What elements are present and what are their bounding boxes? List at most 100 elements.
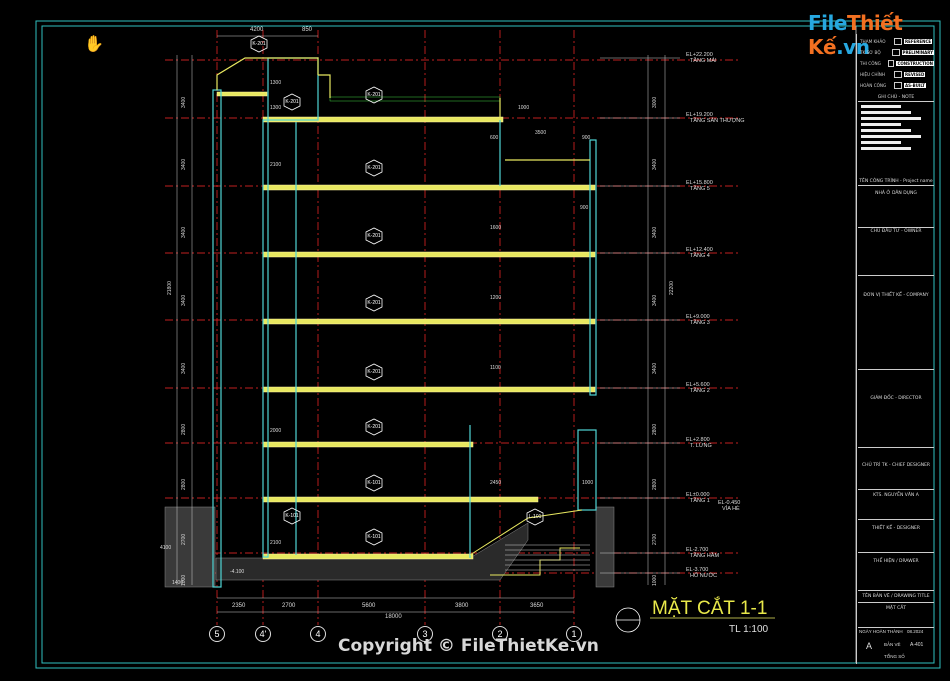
director-label: GIÁM ĐỐC - DIRECTOR — [858, 393, 934, 448]
dim-inner: 1400 — [172, 580, 184, 586]
note-line — [861, 123, 901, 126]
hand-pan-icon[interactable]: ✋ — [84, 34, 104, 53]
company-label: ĐƠN VỊ THIẾT KẾ - COMPANY — [858, 290, 934, 370]
status-row: HOÀN CÔNG AS-BUILT — [858, 80, 934, 90]
dim-bottom: 3800 — [455, 603, 469, 609]
level-name: HỐ NƯỚC — [690, 573, 718, 579]
dim-inner: 2450 — [490, 480, 502, 486]
dim-right: 3400 — [652, 158, 658, 170]
dim-inner: 2100 — [270, 162, 282, 168]
level-name: TẦNG 3 — [690, 320, 710, 326]
status-value: PRELIMINARY — [901, 49, 934, 55]
axis-bubble: 5 — [209, 626, 225, 642]
dim-right: 2800 — [652, 478, 658, 490]
drawing-scale: TL 1:100 — [729, 624, 769, 635]
dim-bottom: 5600 — [362, 603, 376, 609]
ground-hatch — [164, 506, 615, 588]
dim-inner: 3500 — [535, 130, 547, 136]
level-name: TẦNG 5 — [690, 186, 710, 192]
room-tag: K-101 — [367, 534, 381, 540]
date-value: 08.2024 — [907, 629, 924, 634]
sheet-label: BẢN VẼ — [884, 642, 901, 647]
axis-bubble: 3 — [417, 626, 433, 642]
status-label: TK SƠ BỘ — [860, 49, 881, 55]
dim-inner: 600 — [490, 135, 499, 141]
status-label: THI CÔNG — [860, 60, 881, 66]
dim-right: 3400 — [652, 294, 658, 306]
axis-bubble: 4 — [310, 626, 326, 642]
designer-label: THIẾT KẾ - DESIGNER — [858, 523, 934, 553]
room-tag-hexes — [250, 35, 544, 546]
note-line — [861, 129, 911, 132]
watermark-copyright: Copyright © FileThietKe.vn — [338, 636, 599, 656]
dim-left: 2700 — [181, 533, 187, 545]
status-value: REVISED — [904, 71, 926, 77]
dim-top: 850 — [302, 27, 313, 33]
revision: A — [866, 641, 873, 651]
dim-left-total: 21800 — [167, 281, 173, 295]
note-line — [861, 135, 921, 138]
dim-left: 2800 — [181, 423, 187, 435]
dim-right: 2700 — [652, 533, 658, 545]
note-line — [861, 147, 911, 150]
dim-right: 3000 — [652, 96, 658, 108]
level-name: TẦNG 1 — [690, 498, 710, 504]
status-label: HIỆU CHỈNH — [860, 71, 886, 77]
owner-label: CHỦ ĐẦU TƯ - OWNER — [858, 226, 934, 276]
dim-inner: 1300 — [270, 80, 282, 86]
room-tag: K-201 — [252, 41, 266, 47]
room-tag: K-201 — [367, 300, 381, 306]
drawer-label: THỂ HIỆN / DRAWER — [858, 556, 934, 591]
dim-left: 3400 — [181, 294, 187, 306]
drawing-title-label: TÊN BẢN VẼ / DRAWING TITLE — [858, 591, 934, 603]
note-line — [861, 105, 901, 108]
dim-left: 3400 — [181, 226, 187, 238]
status-label: THAM KHẢO — [860, 38, 886, 44]
dim-inner: 1100 — [490, 365, 501, 371]
room-tag: K-201 — [367, 369, 381, 375]
status-row: HIỆU CHỈNH REVISED — [858, 69, 934, 79]
dim-bottom: 2350 — [232, 603, 246, 609]
room-tag: K-201 — [367, 424, 381, 430]
status-checkbox — [894, 70, 902, 78]
status-checkbox — [887, 59, 895, 67]
dim-left: 3400 — [181, 362, 187, 374]
room-tag: K-101 — [367, 480, 381, 486]
dim-inner: 2000 — [270, 428, 282, 434]
note-line — [861, 117, 921, 120]
dim-left: 2800 — [181, 478, 187, 490]
dim-left: 3400 — [181, 96, 187, 108]
room-tag: K-201 — [285, 99, 299, 105]
dim-inner: 1300 — [270, 105, 282, 111]
dim-right: 2800 — [652, 423, 658, 435]
room-tag: K-101 — [285, 513, 299, 519]
dim-inner: 900 — [580, 205, 589, 211]
level-name: TẦNG 4 — [690, 253, 710, 259]
level-name: TẦNG MÁI — [690, 58, 717, 64]
dim-inner: 1600 — [490, 225, 502, 231]
status-checkbox — [891, 48, 900, 56]
axis-bubble: 2 — [492, 626, 508, 642]
axis-bubble: 4' — [255, 626, 271, 642]
dim-right-total: 22200 — [669, 281, 675, 295]
dim-inner: 900 — [582, 135, 591, 141]
dim-right: 1000 — [652, 574, 658, 586]
room-tag: K-201 — [367, 233, 381, 239]
status-label: HOÀN CÔNG — [860, 82, 887, 88]
note-line — [861, 111, 911, 114]
drawing-title: MẶT CẮT 1-1 — [652, 598, 768, 619]
dim-right: 3400 — [652, 362, 658, 374]
dim-bottom: 3650 — [530, 603, 544, 609]
level-markers — [600, 57, 680, 574]
axis-bubble: 1 — [566, 626, 582, 642]
level-name: TẦNG 2 — [690, 388, 710, 394]
room-tag: L-101 — [528, 514, 542, 520]
chief-label: CHỦ TRÌ TK - CHIEF DESIGNER — [858, 460, 934, 490]
level-name: VỈA HÈ — [722, 506, 740, 512]
dim-inner: 4100 — [160, 545, 172, 551]
status-row: TK SƠ BỘ PRELIMINARY — [858, 47, 934, 57]
date-label: NGÀY HOÀN THÀNH — [859, 629, 903, 634]
drawing-title-value: MẶT CẮT — [858, 603, 934, 628]
room-tag: K-201 — [367, 92, 381, 98]
note-line — [861, 141, 901, 144]
